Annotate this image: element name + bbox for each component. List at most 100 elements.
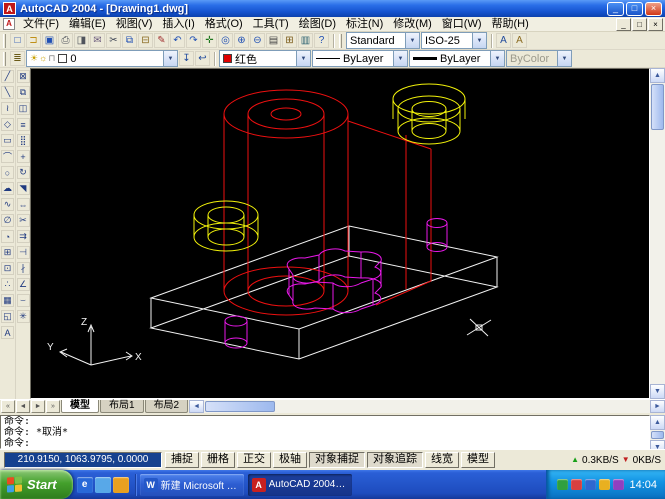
- dim-style-icon[interactable]: A: [512, 33, 527, 48]
- open-icon[interactable]: ⊐: [26, 33, 41, 48]
- redo-icon[interactable]: ↷: [186, 33, 201, 48]
- tab-layout1[interactable]: 布局1: [100, 400, 144, 413]
- scroll-down-icon[interactable]: ▼: [650, 384, 665, 399]
- task-autocad[interactable]: A AutoCAD 2004 - [Dra...: [248, 474, 352, 496]
- task-word[interactable]: W 新建 Microsoft Word ...: [140, 474, 244, 496]
- match-properties-icon[interactable]: ✎: [154, 33, 169, 48]
- start-button[interactable]: Start: [0, 470, 73, 499]
- save-icon[interactable]: ▣: [42, 33, 57, 48]
- menu-tools[interactable]: 工具(T): [248, 17, 294, 32]
- toggle-ortho[interactable]: 正交: [237, 452, 271, 468]
- trim-icon[interactable]: ✂: [17, 214, 30, 227]
- layer-previous-icon[interactable]: ↩: [195, 51, 210, 66]
- horizontal-scrollbar[interactable]: ◄ ►: [189, 400, 665, 413]
- command-scroll-track[interactable]: [650, 430, 665, 440]
- circle-icon[interactable]: ○: [1, 166, 14, 179]
- paste-icon[interactable]: ⊟: [138, 33, 153, 48]
- chamfer-icon[interactable]: ∠: [17, 278, 30, 291]
- ellipse-arc-icon[interactable]: ◔: [1, 230, 14, 243]
- tray-icon-1[interactable]: [557, 479, 568, 490]
- plot-preview-icon[interactable]: ◨: [74, 33, 89, 48]
- chevron-down-icon[interactable]: ▼: [405, 33, 419, 48]
- toggle-model[interactable]: 模型: [461, 452, 495, 468]
- doc-minimize-button[interactable]: _: [616, 18, 631, 31]
- menu-format[interactable]: 格式(O): [200, 17, 248, 32]
- tab-nav-prev[interactable]: ◄: [16, 400, 30, 413]
- publish-icon[interactable]: ✉: [90, 33, 105, 48]
- chevron-down-icon[interactable]: ▼: [472, 33, 486, 48]
- lineweight-select[interactable]: ByLayer ▼: [409, 50, 505, 67]
- explode-icon[interactable]: ✳: [17, 310, 30, 323]
- make-object-layer-current-icon[interactable]: ↧: [179, 51, 194, 66]
- make-block-icon[interactable]: ⊡: [1, 262, 14, 275]
- designcenter-icon[interactable]: ⊞: [282, 33, 297, 48]
- menu-help[interactable]: 帮助(H): [487, 17, 534, 32]
- menu-draw[interactable]: 绘图(D): [294, 17, 341, 32]
- copy-icon[interactable]: ⧉: [122, 33, 137, 48]
- tray-icon-2[interactable]: [571, 479, 582, 490]
- tray-icon-4[interactable]: [599, 479, 610, 490]
- point-icon[interactable]: ∴: [1, 278, 14, 291]
- arc-icon[interactable]: ⌒: [1, 150, 14, 163]
- doc-close-button[interactable]: ×: [648, 18, 663, 31]
- menu-dimension[interactable]: 标注(N): [341, 17, 388, 32]
- drawing-viewport[interactable]: Z Y X: [30, 68, 650, 399]
- clock[interactable]: 14:04: [629, 479, 657, 491]
- vertical-scroll-thumb[interactable]: [651, 84, 664, 130]
- layer-manager-icon[interactable]: ≣: [10, 51, 25, 66]
- menu-modify[interactable]: 修改(M): [388, 17, 437, 32]
- break-at-point-icon[interactable]: ⊣: [17, 246, 30, 259]
- stretch-icon[interactable]: ⇔: [17, 198, 30, 211]
- vertical-scroll-track[interactable]: [650, 83, 665, 384]
- scroll-right-icon[interactable]: ►: [650, 400, 665, 413]
- tab-nav-first[interactable]: «: [1, 400, 15, 413]
- toolbar-grip[interactable]: [339, 34, 342, 48]
- quick-launch-ie[interactable]: e: [77, 477, 93, 493]
- offset-icon[interactable]: ≡: [17, 118, 30, 131]
- toggle-otrack[interactable]: 对象追踪: [367, 452, 423, 468]
- fillet-icon[interactable]: ⌣: [17, 294, 30, 307]
- toggle-grid[interactable]: 栅格: [201, 452, 235, 468]
- menu-file[interactable]: 文件(F): [18, 17, 64, 32]
- chevron-down-icon[interactable]: ▼: [296, 51, 310, 66]
- spline-icon[interactable]: ∿: [1, 198, 14, 211]
- toggle-polar[interactable]: 极轴: [273, 452, 307, 468]
- toggle-lineweight[interactable]: 线宽: [425, 452, 459, 468]
- command-input-area[interactable]: 命令:命令: *取消*命令:: [0, 415, 650, 449]
- maximize-button[interactable]: □: [626, 2, 643, 16]
- polygon-icon[interactable]: ◇: [1, 118, 14, 131]
- scroll-up-icon[interactable]: ▲: [650, 415, 665, 430]
- toggle-snap[interactable]: 捕捉: [165, 452, 199, 468]
- scroll-left-icon[interactable]: ◄: [189, 400, 204, 413]
- undo-icon[interactable]: ↶: [170, 33, 185, 48]
- pan-icon[interactable]: ✛: [202, 33, 217, 48]
- toolbar-grip[interactable]: [3, 34, 6, 48]
- new-icon[interactable]: □: [10, 33, 25, 48]
- tray-icon-3[interactable]: [585, 479, 596, 490]
- quick-launch-media[interactable]: [113, 477, 129, 493]
- ellipse-icon[interactable]: ∅: [1, 214, 14, 227]
- doc-restore-button[interactable]: □: [632, 18, 647, 31]
- toggle-osnap[interactable]: 对象捕捉: [309, 452, 365, 468]
- command-scrollbar[interactable]: ▲ ▼: [650, 415, 665, 449]
- dim-style-select[interactable]: ISO-25 ▼: [421, 32, 487, 49]
- zoom-previous-icon[interactable]: ⊖: [250, 33, 265, 48]
- help-icon[interactable]: ?: [314, 33, 329, 48]
- coordinate-readout[interactable]: 210.9150, 1063.9795, 0.0000: [4, 452, 162, 468]
- chevron-down-icon[interactable]: ▼: [490, 51, 504, 66]
- tool-palettes-icon[interactable]: ▥: [298, 33, 313, 48]
- close-button[interactable]: ×: [645, 2, 662, 16]
- zoom-window-icon[interactable]: ⊕: [234, 33, 249, 48]
- menu-window[interactable]: 窗口(W): [437, 17, 487, 32]
- copy-object-icon[interactable]: ⧉: [17, 86, 30, 99]
- multiline-text-icon[interactable]: A: [1, 326, 14, 339]
- chevron-down-icon[interactable]: ▼: [393, 51, 407, 66]
- horizontal-scroll-thumb[interactable]: [205, 401, 275, 412]
- revision-cloud-icon[interactable]: ☁: [1, 182, 14, 195]
- toolbar-grip[interactable]: [3, 52, 6, 66]
- scale-icon[interactable]: ◥: [17, 182, 30, 195]
- menu-insert[interactable]: 插入(I): [157, 17, 199, 32]
- vertical-scrollbar[interactable]: ▲ ▼: [650, 68, 665, 399]
- zoom-realtime-icon[interactable]: ◎: [218, 33, 233, 48]
- text-style-icon[interactable]: A: [496, 33, 511, 48]
